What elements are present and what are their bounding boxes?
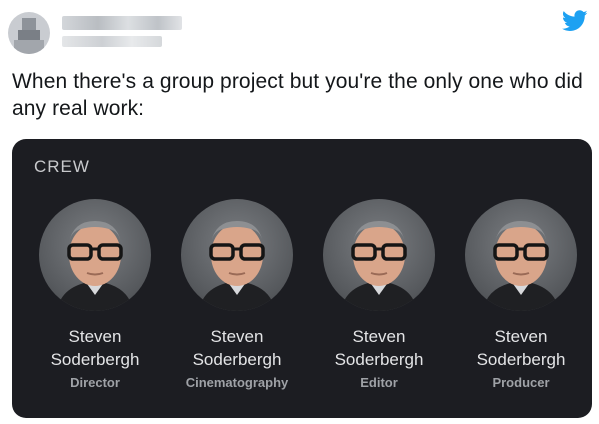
- member-name: Steven Soderbergh: [334, 327, 424, 369]
- person-photo: [465, 199, 577, 311]
- person-photo: [323, 199, 435, 311]
- member-role: Editor: [360, 375, 398, 390]
- person-photo: [181, 199, 293, 311]
- person-photo: [39, 199, 151, 311]
- crew-member-card[interactable]: Steven Soderbergh Editor: [309, 199, 449, 390]
- member-role: Cinematography: [185, 375, 289, 390]
- tweet-text: When there's a group project but you're …: [12, 70, 583, 120]
- member-role: Director: [70, 375, 120, 390]
- crew-card: CREW Steven Soderbergh Director Steven S…: [12, 139, 592, 418]
- crew-member-card[interactable]: Steven Soderbergh Director: [25, 199, 165, 390]
- twitter-bird-icon: [562, 10, 588, 31]
- user-handle[interactable]: [62, 36, 162, 47]
- user-avatar[interactable]: [8, 12, 50, 54]
- member-name: Steven Soderbergh: [476, 327, 566, 369]
- crew-member-card[interactable]: Steven Soderbergh Producer: [451, 199, 591, 390]
- crew-member-card[interactable]: Steven Soderbergh Cinematography: [167, 199, 307, 390]
- member-name: Steven Soderbergh: [50, 327, 140, 369]
- user-display-name[interactable]: [62, 16, 182, 30]
- member-role: Producer: [492, 375, 550, 390]
- crew-heading: CREW: [34, 157, 90, 176]
- member-name: Steven Soderbergh: [192, 327, 282, 369]
- tweet-header: [0, 0, 599, 62]
